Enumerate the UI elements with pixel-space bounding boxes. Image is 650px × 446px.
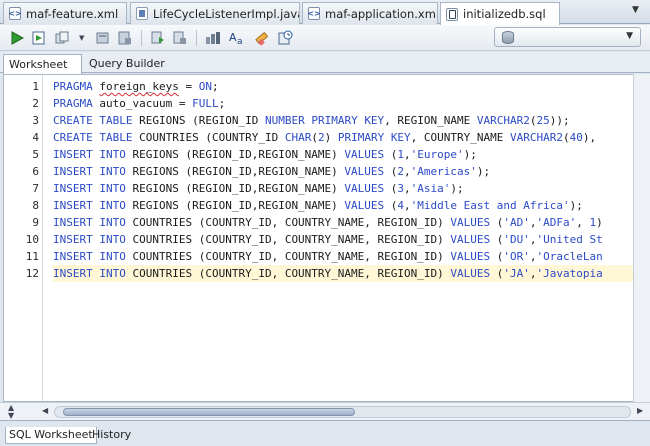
line-number: 12 — [25, 267, 39, 280]
sql-tuning-icon[interactable] — [204, 29, 222, 47]
commit-icon[interactable] — [54, 29, 72, 47]
line-number: 8 — [32, 199, 39, 212]
code-line: CREATE TABLE COUNTRIES (COUNTRY_ID CHAR(… — [53, 131, 597, 144]
vertical-scrollbar[interactable] — [633, 74, 650, 402]
history-icon[interactable] — [276, 29, 294, 47]
scrollbar-thumb[interactable] — [63, 408, 355, 416]
line-number: 7 — [32, 182, 39, 195]
to-upper-lower-icon[interactable]: Aa — [228, 29, 246, 47]
tab-label: LifeCycleListenerImpl.java — [153, 6, 300, 21]
line-number: 11 — [25, 250, 39, 263]
tab-query-builder[interactable]: Query Builder — [84, 54, 169, 73]
code-line: INSERT INTO COUNTRIES (COUNTRY_ID, COUNT… — [53, 233, 603, 246]
tab-worksheet[interactable]: Worksheet — [3, 54, 82, 74]
tab-initializedb[interactable]: initializedb.sql — [440, 2, 560, 25]
line-number: 3 — [32, 114, 39, 127]
code-line: PRAGMA auto_vacuum = FULL; — [53, 97, 226, 110]
code-line: INSERT INTO COUNTRIES (COUNTRY_ID, COUNT… — [53, 250, 603, 263]
code-line: INSERT INTO REGIONS (REGION_ID,REGION_NA… — [53, 199, 583, 212]
tab-maf-feature[interactable]: <> maf-feature.xml — [3, 2, 127, 24]
code-line: INSERT INTO REGIONS (REGION_ID,REGION_NA… — [53, 148, 477, 161]
xml-file-icon: <> — [8, 7, 22, 20]
line-number: 2 — [32, 97, 39, 110]
chevron-down-icon: ▼ — [626, 31, 633, 41]
bottom-tab-bar: SQL Worksheet History — [0, 420, 650, 446]
rollback-icon[interactable] — [94, 29, 112, 47]
unshared-worksheet-icon[interactable] — [116, 29, 134, 47]
explain-plan-icon[interactable] — [171, 29, 189, 47]
svg-text:A: A — [229, 31, 237, 44]
code-line: INSERT INTO COUNTRIES (COUNTRY_ID, COUNT… — [53, 216, 603, 229]
run-script-icon[interactable] — [30, 29, 48, 47]
code-line: INSERT INTO REGIONS (REGION_ID,REGION_NA… — [53, 165, 491, 178]
autotrace-icon[interactable] — [149, 29, 167, 47]
horizontal-scrollbar[interactable] — [54, 406, 631, 418]
connection-selector[interactable]: ▼ — [494, 27, 641, 47]
clear-icon[interactable] — [252, 29, 270, 47]
split-arrows-icon[interactable]: ▲ ▼ — [8, 404, 14, 420]
scroll-left-arrow-icon[interactable]: ◀ — [42, 406, 48, 415]
line-number-gutter: 1 2 3 4 5 6 7 8 9 10 11 12 — [4, 75, 43, 401]
editor-tab-bar: <> maf-feature.xml LifeCycleListenerImpl… — [0, 0, 650, 25]
xml-file-icon: <> — [307, 7, 321, 20]
line-number: 6 — [32, 165, 39, 178]
sql-editor[interactable]: 1 2 3 4 5 6 7 8 9 10 11 12 PRAGMA foreig… — [3, 74, 633, 402]
worksheet-tabs: Worksheet Query Builder — [0, 52, 650, 74]
line-number: 5 — [32, 148, 39, 161]
java-file-icon — [136, 7, 148, 20]
code-line-current: INSERT INTO COUNTRIES (COUNTRY_ID, COUNT… — [53, 265, 633, 282]
database-icon — [502, 31, 514, 44]
tab-sql-worksheet[interactable]: SQL Worksheet — [5, 427, 97, 444]
code-line: INSERT INTO REGIONS (REGION_ID,REGION_NA… — [53, 182, 464, 195]
tab-label: maf-application.xml — [325, 6, 438, 21]
run-statement-icon[interactable] — [8, 29, 26, 47]
svg-text:a: a — [237, 37, 243, 46]
tab-label: maf-feature.xml — [26, 6, 119, 21]
sql-file-icon — [446, 7, 458, 21]
horizontal-scrollbar-row: ▲ ▼ ◀ ▶ — [0, 402, 650, 420]
tab-history[interactable]: History — [89, 427, 134, 444]
toolbar-separator — [196, 30, 197, 46]
line-number: 10 — [25, 233, 39, 246]
scroll-right-arrow-icon[interactable]: ▶ — [637, 406, 643, 415]
line-number: 9 — [32, 216, 39, 229]
tab-maf-application[interactable]: <> maf-application.xml — [302, 2, 438, 24]
tab-list-dropdown-icon[interactable]: ▼ — [632, 5, 639, 15]
code-line: PRAGMA foreign_keys = ON; — [53, 80, 219, 93]
tab-label: initializedb.sql — [463, 7, 546, 21]
tab-lifecycle-listener[interactable]: LifeCycleListenerImpl.java — [130, 2, 300, 24]
line-number: 4 — [32, 131, 39, 144]
commit-dropdown-icon[interactable]: ▼ — [79, 34, 84, 42]
code-line: CREATE TABLE REGIONS (REGION_ID NUMBER P… — [53, 114, 570, 127]
line-number: 1 — [32, 80, 39, 93]
toolbar-separator — [141, 30, 142, 46]
